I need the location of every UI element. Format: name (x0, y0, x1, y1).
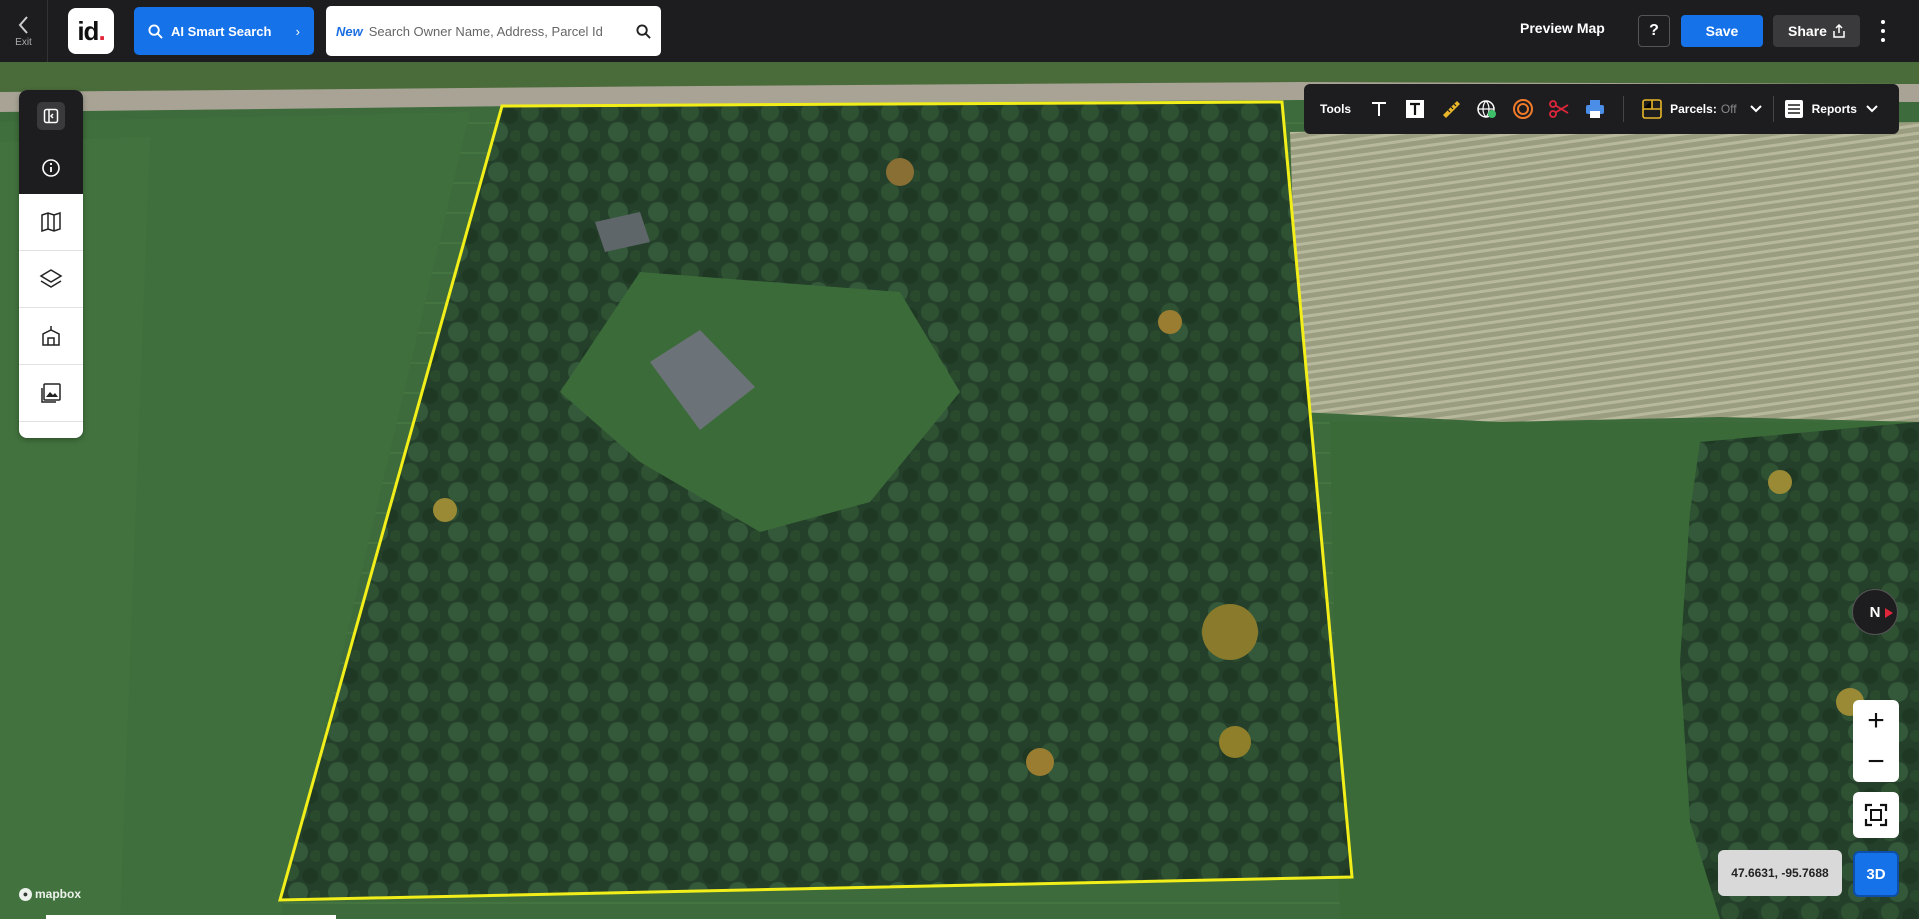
geo-tool-button[interactable] (1469, 91, 1505, 127)
parcels-toggle[interactable]: Parcels: Off (1670, 102, 1763, 116)
buffer-ring-icon (1513, 99, 1534, 119)
search-input[interactable] (368, 23, 636, 39)
globe-pin-icon (1477, 100, 1497, 118)
search-bar[interactable]: New (326, 6, 661, 56)
buffer-tool-button[interactable] (1505, 91, 1541, 127)
compass-arrow-icon (1885, 608, 1893, 618)
help-button[interactable]: ? (1638, 15, 1670, 47)
share-label: Share (1788, 23, 1827, 39)
chevron-down-icon (1749, 105, 1762, 113)
mapbox-label: mapbox (35, 887, 82, 901)
print-icon (1586, 100, 1605, 118)
reports-icon (1784, 100, 1803, 118)
text-icon (1372, 102, 1387, 116)
logo-text: id (77, 15, 99, 46)
compass-label: N (1869, 603, 1881, 621)
app-root: Exit id. AI Smart Search › New Preview M… (0, 0, 1919, 919)
tools-divider (1772, 96, 1774, 122)
exit-button[interactable]: Exit (0, 0, 48, 62)
more-menu-icon[interactable] (1876, 18, 1890, 44)
sidebar-item-buildings[interactable] (19, 308, 83, 365)
map-icon (41, 212, 61, 232)
chevron-right-icon: › (295, 23, 300, 39)
zoom-in-button[interactable]: + (1853, 700, 1899, 741)
layers-icon (39, 269, 63, 288)
tools-divider (1623, 96, 1625, 122)
image-gallery-icon (41, 383, 61, 403)
mapbox-attribution[interactable]: ● mapbox (19, 887, 81, 901)
compass-button[interactable]: N (1852, 589, 1898, 635)
logo-dot: . (98, 15, 105, 46)
tools-bar: Tools Parcels: Off Reports (1304, 84, 1899, 134)
zoom-controls: + − (1853, 700, 1899, 782)
parcel-grid-icon (1642, 99, 1662, 119)
app-logo[interactable]: id. (68, 8, 114, 54)
save-button[interactable]: Save (1681, 15, 1763, 47)
coordinates-readout: 47.6631, -95.7688 (1718, 850, 1842, 896)
collapse-panel-icon (37, 102, 65, 130)
mapbox-logo-icon: ● (19, 887, 32, 901)
search-new-tag: New (336, 23, 363, 39)
chevron-left-icon (18, 15, 28, 34)
preview-map-button[interactable]: Preview Map (1520, 20, 1605, 36)
info-icon (42, 159, 60, 177)
exit-label: Exit (15, 36, 32, 48)
toggle-3d-button[interactable]: 3D (1853, 851, 1899, 897)
zoom-out-button[interactable]: − (1853, 741, 1899, 782)
ai-smart-search-label: AI Smart Search (171, 23, 272, 39)
reports-label: Reports (1811, 102, 1857, 116)
search-icon (148, 23, 163, 39)
sidebar-item-map[interactable] (19, 194, 83, 251)
print-tool-button[interactable] (1577, 91, 1613, 127)
split-tool-button[interactable] (1541, 91, 1577, 127)
sidebar-header (19, 90, 83, 194)
sidebar-item-info[interactable] (41, 142, 61, 194)
scale-bar (46, 915, 336, 919)
scissors-icon (1549, 100, 1569, 118)
fit-bounds-button[interactable] (1853, 792, 1899, 838)
share-button[interactable]: Share (1773, 15, 1860, 47)
sidebar-item-layers[interactable] (19, 251, 83, 308)
buildings-icon (42, 326, 60, 346)
satellite-map[interactable] (0, 62, 1919, 919)
top-bar: Exit id. AI Smart Search › New Preview M… (0, 0, 1919, 62)
ruler-icon (1443, 101, 1461, 118)
focus-frame-icon (1864, 803, 1888, 827)
text-box-icon (1406, 100, 1425, 118)
reports-dropdown[interactable]: Reports (1784, 99, 1879, 119)
sidebar-item-images[interactable] (19, 365, 83, 422)
parcels-state: Off (1720, 102, 1737, 116)
left-sidebar (19, 90, 83, 438)
chevron-down-icon (1866, 105, 1878, 113)
parcels-label: Parcels: (1670, 102, 1717, 116)
sidebar-item-collapse[interactable] (37, 90, 65, 142)
ai-smart-search-button[interactable]: AI Smart Search › (134, 7, 314, 55)
text-box-tool-button[interactable] (1397, 91, 1433, 127)
search-icon[interactable] (636, 23, 651, 39)
measure-tool-button[interactable] (1433, 91, 1469, 127)
share-icon (1833, 24, 1845, 38)
tools-label: Tools (1320, 102, 1352, 116)
text-tool-button[interactable] (1361, 91, 1397, 127)
parcels-toggle-icon-button[interactable] (1634, 91, 1670, 127)
